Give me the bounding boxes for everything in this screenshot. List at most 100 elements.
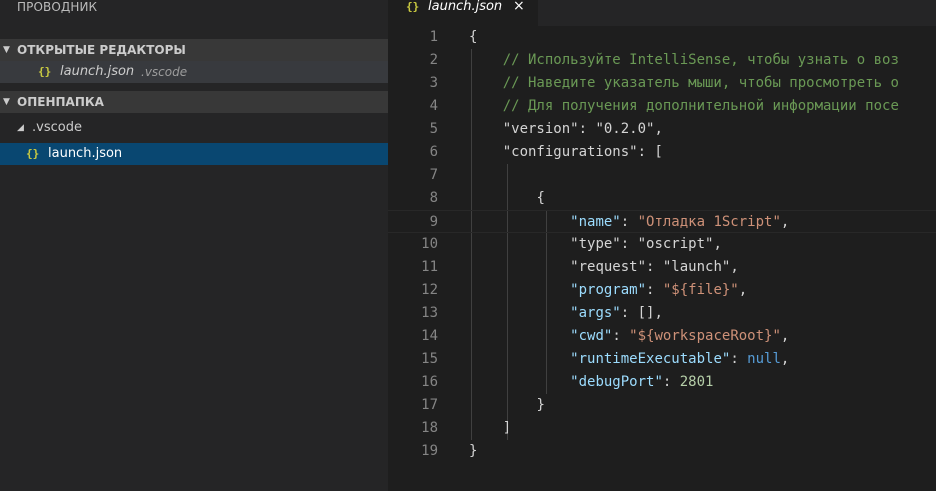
close-icon[interactable]: × (513, 0, 525, 13)
code-token: 2801 (679, 374, 714, 390)
code-token: "type" (570, 236, 621, 252)
code-token: // Наведите указатель мыши, чтобы просмо… (502, 75, 899, 91)
tree-item-launch-json[interactable]: {} launch.json (0, 143, 388, 165)
code-token: , (713, 236, 722, 252)
code-line[interactable]: 10 "type": "oscript", (388, 233, 936, 256)
code-line[interactable]: 3 // Наведите указатель мыши, чтобы прос… (388, 72, 936, 95)
line-number: 6 (429, 144, 438, 160)
code-token: "runtimeExecutable" (570, 351, 731, 367)
code-line[interactable]: 11 "request": "launch", (388, 256, 936, 279)
open-editor-filename: launch.json (60, 64, 135, 79)
code-token: , (780, 328, 790, 344)
chevron-down-icon: ▼ (3, 97, 10, 107)
tab-bar: {} launch.json × (388, 0, 936, 26)
code-token: , (738, 282, 748, 298)
code-token: "program" (570, 282, 647, 298)
code-token: : (620, 214, 638, 230)
code-line[interactable]: 8 { (388, 187, 936, 210)
code-token: "name" (570, 214, 621, 230)
line-number: 1 (429, 29, 438, 45)
code-token: "configurations" (502, 144, 638, 160)
line-text: "cwd": "${workspaceRoot}", (469, 325, 789, 348)
code-token: , (654, 121, 663, 137)
code-line[interactable]: 17 } (388, 394, 936, 417)
code-line[interactable]: 14 "cwd": "${workspaceRoot}", (388, 325, 936, 348)
code-line[interactable]: 13 "args": [], (388, 302, 936, 325)
line-text: "args": [], (469, 302, 663, 325)
line-number: 5 (429, 121, 438, 137)
open-editors-header[interactable]: ▼ ОТКРЫТЫЕ РЕДАКТОРЫ (0, 39, 388, 61)
open-editor-item-launch-json[interactable]: {} launch.json .vscode (0, 61, 388, 83)
code-token: "0.2.0" (595, 121, 655, 137)
code-token: : (730, 351, 748, 367)
line-text: } (469, 394, 544, 417)
code-token: , (780, 351, 790, 367)
code-line[interactable]: 12 "program": "${file}", (388, 279, 936, 302)
code-token: "${file}" (662, 282, 739, 298)
json-file-icon: {} (38, 65, 52, 78)
code-line[interactable]: 15 "runtimeExecutable": null, (388, 348, 936, 371)
line-number: 3 (429, 75, 438, 91)
code-token: : (646, 259, 663, 275)
json-file-icon: {} (26, 147, 40, 160)
line-text: "configurations": [ (469, 141, 663, 164)
code-editor[interactable]: 1{2 // Используйте IntelliSense, чтобы у… (388, 26, 936, 491)
line-text: "request": "launch", (469, 256, 739, 279)
line-text: "name": "Отладка 1Script", (469, 211, 789, 234)
line-number: 8 (429, 190, 438, 206)
code-token: ] (502, 420, 512, 436)
code-token: "request" (570, 259, 647, 275)
code-token: "launch" (662, 259, 731, 275)
code-token: , (780, 214, 790, 230)
code-token: : [ (637, 144, 663, 160)
chevron-down-icon: ◢ (17, 123, 24, 133)
code-line[interactable]: 1{ (388, 26, 936, 49)
editor-area: {} launch.json × 1{2 // Используйте Inte… (388, 0, 936, 491)
chevron-down-icon: ▼ (3, 45, 10, 55)
line-number: 2 (429, 52, 438, 68)
line-number: 17 (421, 397, 438, 413)
folder-title: ОПЕНПАПКА (17, 95, 104, 109)
code-line[interactable]: 4 // Для получения дополнительной информ… (388, 95, 936, 118)
code-line[interactable]: 9 "name": "Отладка 1Script", (388, 210, 936, 233)
tab-launch-json[interactable]: {} launch.json × (388, 0, 538, 26)
code-line[interactable]: 18 ] (388, 417, 936, 440)
code-line[interactable]: 2 // Используйте IntelliSense, чтобы узн… (388, 49, 936, 72)
code-token: "args" (570, 305, 621, 321)
code-token: } (469, 443, 478, 459)
code-line[interactable]: 5 "version": "0.2.0", (388, 118, 936, 141)
code-token: { (469, 29, 478, 45)
line-number: 7 (429, 167, 438, 183)
explorer-title: ПРОВОДНИК (17, 0, 98, 14)
line-number: 4 (429, 98, 438, 114)
code-line[interactable]: 6 "configurations": [ (388, 141, 936, 164)
folder-header[interactable]: ▼ ОПЕНПАПКА (0, 91, 388, 113)
code-line[interactable]: 7 (388, 164, 936, 187)
line-text: // Наведите указатель мыши, чтобы просмо… (469, 72, 899, 95)
tree-item-vscode-folder[interactable]: ◢ .vscode (0, 117, 388, 139)
code-token: "Отладка 1Script" (637, 214, 781, 230)
open-editors-title: ОТКРЫТЫЕ РЕДАКТОРЫ (17, 43, 186, 57)
folder-name: .vscode (32, 120, 82, 135)
code-line[interactable]: 19} (388, 440, 936, 463)
tab-label: launch.json (428, 0, 503, 14)
line-text: "type": "oscript", (469, 233, 722, 256)
line-text: "program": "${file}", (469, 279, 747, 302)
code-token: : (620, 236, 638, 252)
code-token: "cwd" (570, 328, 613, 344)
code-line[interactable]: 16 "debugPort": 2801 (388, 371, 936, 394)
line-text: // Используйте IntelliSense, чтобы узнат… (469, 49, 899, 72)
code-token: : [], (620, 305, 663, 321)
